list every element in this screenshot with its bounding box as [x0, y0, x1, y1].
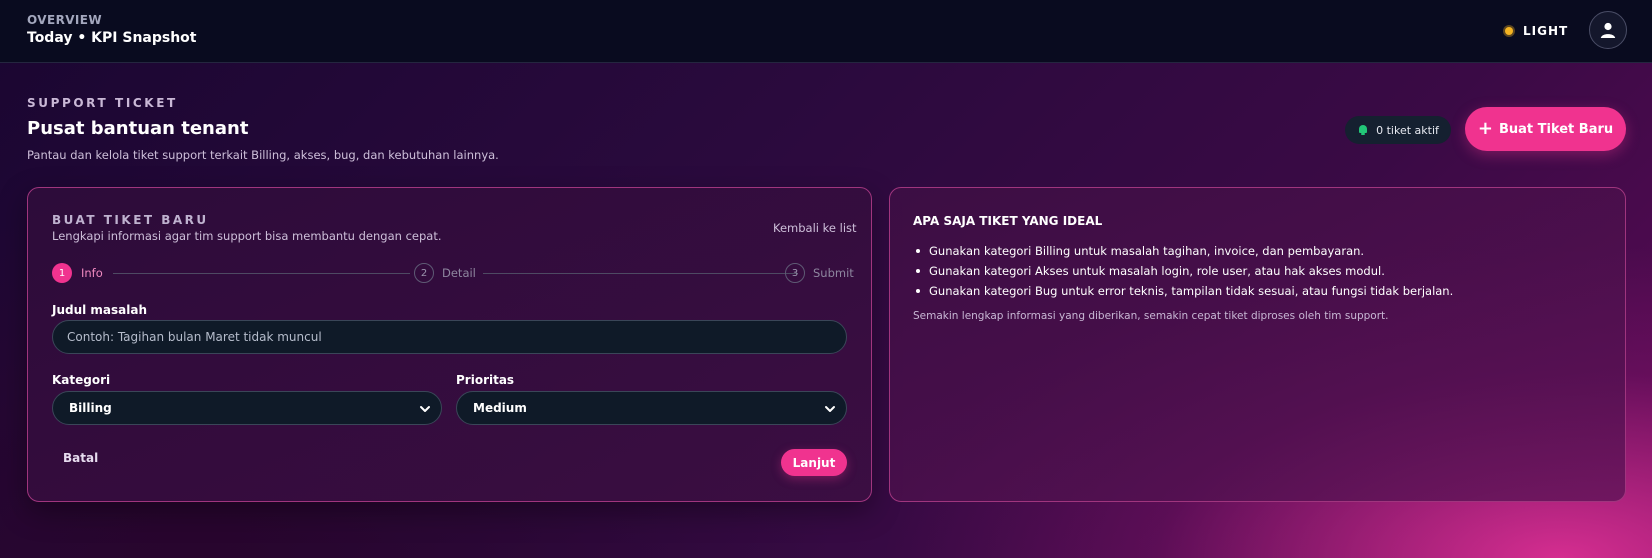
- active-tickets-badge: 0 tiket aktif: [1345, 116, 1451, 144]
- new-ticket-button[interactable]: + Buat Tiket Baru: [1465, 107, 1626, 151]
- category-select[interactable]: Billing: [52, 391, 442, 425]
- step-2-indicator[interactable]: 2: [414, 263, 434, 283]
- new-ticket-form-card: BUAT TIKET BARU Lengkapi informasi agar …: [27, 187, 872, 502]
- list-item: Gunakan kategori Akses untuk masalah log…: [913, 261, 1453, 281]
- priority-selected-value: Medium: [473, 401, 527, 415]
- chevron-down-icon: [420, 406, 430, 412]
- step-3-label[interactable]: Submit: [813, 266, 854, 280]
- issue-title-label: Judul masalah: [52, 303, 148, 317]
- category-selected-value: Billing: [69, 401, 112, 415]
- tips-list: Gunakan kategori Billing untuk masalah t…: [913, 241, 1453, 301]
- issue-title-input[interactable]: [52, 320, 847, 354]
- category-label: Kategori: [52, 373, 111, 387]
- next-button[interactable]: Lanjut: [781, 449, 847, 476]
- theme-toggle-button[interactable]: LIGHT: [1502, 21, 1568, 41]
- step-connector: [113, 273, 410, 274]
- step-3-indicator[interactable]: 3: [785, 263, 805, 283]
- list-item: Gunakan kategori Bug untuk error teknis,…: [913, 281, 1453, 301]
- priority-select[interactable]: Medium: [456, 391, 847, 425]
- new-ticket-label: Buat Tiket Baru: [1498, 121, 1614, 137]
- page-subtitle: Pantau dan kelola tiket support terkait …: [27, 148, 499, 162]
- theme-toggle-label: LIGHT: [1523, 24, 1569, 38]
- topbar-title: Today • KPI Snapshot: [27, 30, 197, 46]
- sun-icon: [1502, 24, 1516, 38]
- chevron-down-icon: [825, 406, 835, 412]
- active-tickets-count: 0 tiket aktif: [1376, 123, 1439, 137]
- user-avatar-button[interactable]: [1589, 11, 1627, 49]
- plus-icon: +: [1477, 118, 1493, 139]
- form-eyebrow: BUAT TIKET BARU: [52, 213, 209, 227]
- ideal-ticket-tips-card: APA SAJA TIKET YANG IDEAL Gunakan katego…: [889, 187, 1626, 502]
- topbar-eyebrow: OVERVIEW: [27, 13, 102, 27]
- top-bar: OVERVIEW Today • KPI Snapshot LIGHT: [0, 0, 1652, 63]
- cancel-button[interactable]: Batal: [63, 451, 98, 465]
- step-connector: [483, 273, 798, 274]
- form-subtitle: Lengkapi informasi agar tim support bisa…: [52, 229, 442, 243]
- step-2-label[interactable]: Detail: [442, 266, 476, 280]
- list-item: Gunakan kategori Billing untuk masalah t…: [913, 241, 1453, 261]
- tips-title: APA SAJA TIKET YANG IDEAL: [913, 214, 1103, 228]
- step-1-label[interactable]: Info: [81, 266, 103, 280]
- section-eyebrow: SUPPORT TICKET: [27, 96, 178, 110]
- back-to-list-link[interactable]: Kembali ke list: [773, 221, 857, 235]
- bell-icon: [1357, 124, 1369, 136]
- step-1-indicator[interactable]: 1: [52, 263, 72, 283]
- user-icon: [1600, 22, 1616, 38]
- tips-note: Semakin lengkap informasi yang diberikan…: [913, 310, 1389, 322]
- page-title: Pusat bantuan tenant: [27, 118, 249, 139]
- priority-label: Prioritas: [456, 373, 515, 387]
